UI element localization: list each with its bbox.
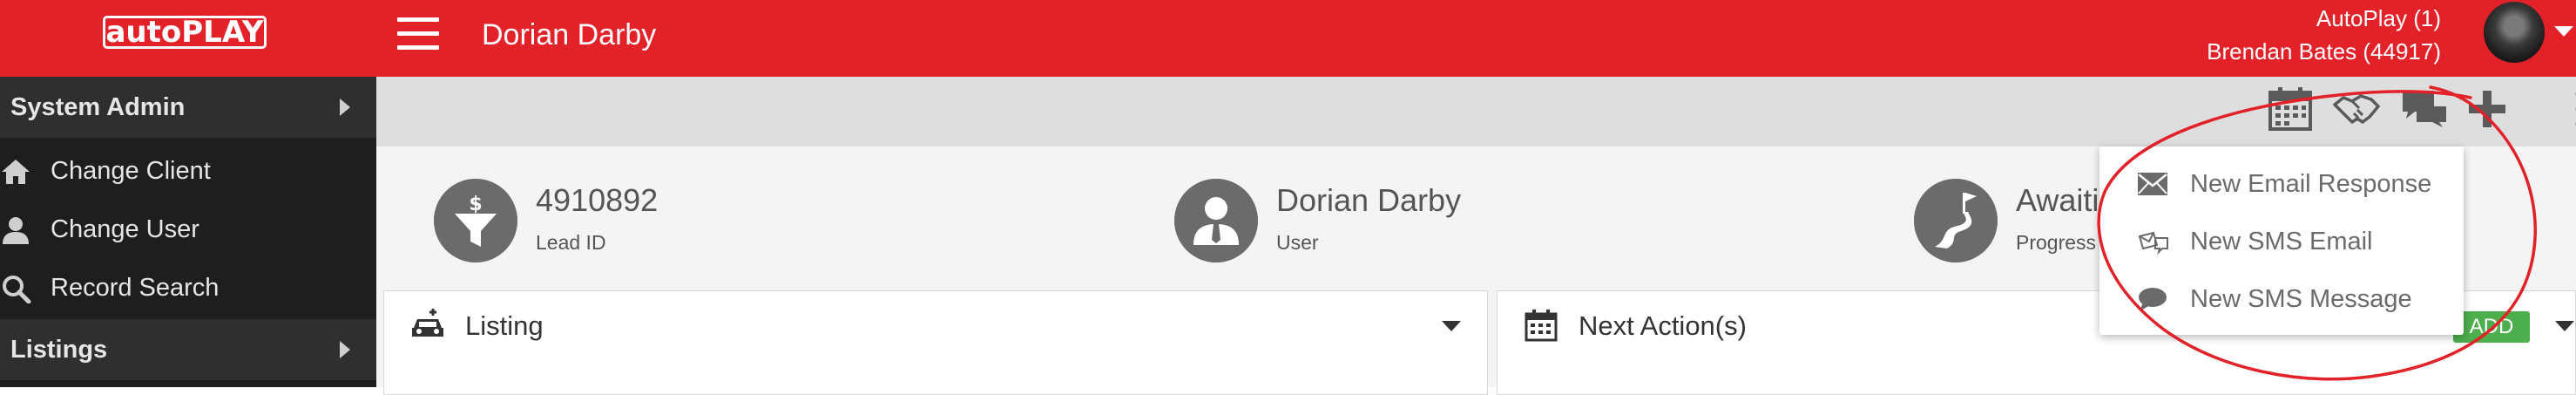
lead-id-label: Lead ID	[536, 231, 606, 255]
sidebar-item-label: Record Search	[51, 259, 219, 317]
calendar-icon	[1524, 309, 1558, 342]
sidebar-section-system-admin[interactable]: System Admin	[0, 77, 376, 138]
add-action-button[interactable]: ADD	[2453, 311, 2530, 343]
listing-panel-title: Listing	[465, 310, 544, 342]
next-action-panel-title: Next Action(s)	[1579, 310, 1747, 342]
comment-icon	[2136, 285, 2169, 313]
page-title: Dorian Darby	[482, 16, 656, 54]
funnel-dollar-icon: $	[434, 179, 517, 262]
lead-id-value: 4910892	[536, 182, 658, 219]
listing-panel[interactable]: Listing	[383, 290, 1488, 395]
action-toolbar	[376, 77, 2576, 146]
chevron-right-icon	[340, 99, 350, 116]
sidebar-section-label: Listings	[10, 336, 107, 364]
sidebar-item-change-client[interactable]: Change Client	[0, 142, 376, 200]
envelope-icon	[2136, 170, 2169, 198]
sidebar-item-change-user[interactable]: Change User	[0, 201, 376, 258]
sidebar-item-label: Change User	[51, 201, 199, 258]
sms-email-icon	[2136, 228, 2169, 255]
sidebar: System Admin Change Client Change User R…	[0, 77, 376, 387]
lead-id-summary: $ 4910892 Lead ID	[434, 179, 695, 266]
sidebar-section-listings[interactable]: Listings	[0, 319, 376, 380]
handshake-icon[interactable]	[2331, 84, 2382, 134]
user-icon	[0, 215, 31, 245]
user-summary: Dorian Darby User	[1174, 179, 1523, 266]
progress-label: Progress	[2016, 231, 2096, 255]
account-user: Brendan Bates (44917)	[2207, 35, 2441, 68]
car-icon	[410, 309, 445, 342]
menu-item-label: New Email Response	[2190, 155, 2431, 213]
chat-icon[interactable]	[2399, 84, 2450, 134]
avatar[interactable]	[2484, 2, 2545, 63]
account-info[interactable]: AutoPlay (1) Brendan Bates (44917)	[2207, 2, 2441, 68]
calendar-icon[interactable]	[2265, 84, 2316, 134]
sidebar-item-label: Change Client	[51, 142, 211, 200]
menu-item-label: New SMS Message	[2190, 270, 2412, 328]
sidebar-item-record-search[interactable]: Record Search	[0, 259, 376, 317]
menu-item-label: New SMS Email	[2190, 213, 2373, 270]
menu-item-new-email-response[interactable]: New Email Response	[2099, 155, 2464, 213]
more-vertical-icon[interactable]	[2554, 84, 2576, 134]
menu-item-new-sms-message[interactable]: New SMS Message	[2099, 270, 2464, 328]
home-icon	[0, 157, 31, 187]
sidebar-section-label: System Admin	[10, 93, 185, 121]
chevron-right-icon	[340, 341, 350, 358]
menu-item-new-sms-email[interactable]: New SMS Email	[2099, 213, 2464, 270]
search-icon	[0, 274, 31, 303]
account-company: AutoPlay (1)	[2207, 2, 2441, 35]
chevron-down-icon[interactable]	[1442, 321, 1461, 331]
hamburger-menu-icon[interactable]	[397, 17, 439, 52]
user-tie-icon	[1174, 179, 1258, 262]
chevron-down-icon[interactable]	[2554, 26, 2573, 37]
user-value: Dorian Darby	[1276, 182, 1461, 219]
user-label: User	[1276, 231, 1319, 255]
road-flag-icon	[1914, 179, 1998, 262]
new-message-dropdown: New Email Response New SMS Email New SMS…	[2099, 146, 2464, 335]
autoplay-logo[interactable]: autoPLAY	[103, 16, 267, 49]
chevron-down-icon[interactable]	[2555, 321, 2574, 331]
top-navbar: autoPLAY Dorian Darby AutoPlay (1) Brend…	[0, 0, 2576, 77]
svg-text:$: $	[469, 194, 482, 215]
progress-value: Awaiti	[2016, 182, 2099, 219]
plus-icon[interactable]	[2462, 84, 2512, 134]
